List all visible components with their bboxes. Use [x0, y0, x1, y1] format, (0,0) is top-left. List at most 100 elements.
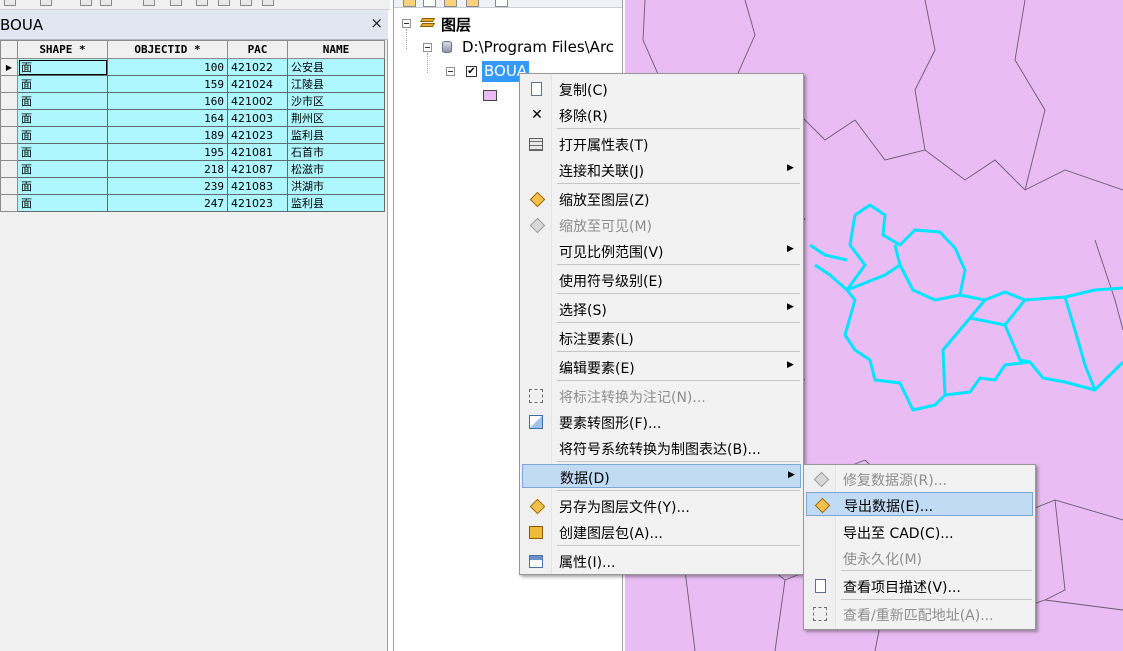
toc-source-path[interactable]: D:\Program Files\Arc — [462, 38, 614, 56]
menu-item-item-description[interactable]: 查看项目描述(V)... — [806, 574, 1033, 598]
menu-separator — [557, 490, 800, 491]
table-row[interactable]: 面 239 421083 洪湖市 — [0, 177, 385, 195]
select-by-attributes-icon[interactable] — [80, 0, 92, 6]
row-selector[interactable] — [0, 92, 18, 110]
row-selector[interactable] — [0, 109, 18, 127]
cell-objectid: 239 — [107, 177, 228, 195]
column-header-objectid[interactable]: OBJECTID * — [107, 40, 228, 59]
delete-icon[interactable] — [262, 0, 274, 6]
properties-icon — [529, 555, 543, 568]
row-selector[interactable] — [0, 194, 18, 212]
table-tab[interactable]: BOUA × — [0, 10, 388, 40]
table-row[interactable]: ▶ 面 100 421022 公安县 — [0, 58, 385, 76]
column-header-pac[interactable]: PAC — [227, 40, 288, 59]
cell-shape: 面 — [17, 92, 108, 110]
column-header-name[interactable]: NAME — [287, 40, 385, 59]
collapse-layer-icon[interactable] — [446, 67, 455, 76]
clear-selection-icon[interactable] — [143, 0, 155, 6]
cell-objectid: 195 — [107, 143, 228, 161]
menu-separator — [557, 264, 800, 265]
layer-context-menu: 复制(C) ✕ 移除(R) 打开属性表(T) 连接和关联(J) ▶ 缩放至图层(Z) 缩放至可… — [519, 73, 804, 575]
delete-selected-icon[interactable] — [170, 0, 182, 6]
cell-name: 江陵县 — [287, 75, 385, 93]
row-selector[interactable] — [0, 143, 18, 161]
row-selector[interactable] — [0, 177, 18, 195]
table-row[interactable]: 面 218 421087 松滋市 — [0, 160, 385, 178]
close-icon[interactable]: × — [370, 14, 383, 32]
list-by-visibility-icon[interactable] — [444, 0, 457, 7]
table-row[interactable]: 面 159 421024 江陵县 — [0, 75, 385, 93]
menu-item-features-to-graphics[interactable]: 要素转图形(F)... — [522, 410, 801, 434]
menu-item-copy[interactable]: 复制(C) — [522, 77, 801, 101]
switch-selection-icon[interactable] — [100, 0, 112, 6]
toc-root-label[interactable]: 图层 — [441, 14, 471, 35]
layers-icon — [419, 18, 436, 28]
menu-item-convert-labels[interactable]: 将标注转换为注记(N)... — [522, 384, 801, 408]
menu-item-entry-6[interactable]: 可见比例范围(V) ▶ — [522, 239, 801, 263]
menu-item-entry-8[interactable]: 选择(S) ▶ — [522, 297, 801, 321]
table-row[interactable]: 面 160 421002 沙市区 — [0, 92, 385, 110]
menu-item-properties[interactable]: 属性(I)... — [522, 549, 801, 573]
menu-item-zoom-to-visible[interactable]: 缩放至可见(M) — [522, 213, 801, 237]
list-by-source-icon[interactable] — [423, 0, 436, 7]
data-submenu: 修复数据源(R)... 导出数据(E)... 导出至 CAD(C)... 使永久化(M… — [803, 464, 1036, 630]
menu-item-export-data[interactable]: 导出数据(E)... — [806, 492, 1033, 516]
menu-item-entry-10[interactable]: 编辑要素(E) ▶ — [522, 355, 801, 379]
table-header-row: SHAPE * OBJECTID * PAC NAME — [0, 40, 385, 59]
menu-item-zoom-to-layer[interactable]: 缩放至图层(Z) — [522, 187, 801, 211]
table-row[interactable]: 面 195 421081 石首市 — [0, 143, 385, 161]
table-row[interactable]: 面 164 421003 荆州区 — [0, 109, 385, 127]
row-selector[interactable]: ▶ — [0, 58, 18, 76]
menu-item-rematch[interactable]: 查看/重新匹配地址(A)... — [806, 602, 1033, 626]
cell-objectid: 159 — [107, 75, 228, 93]
menu-separator — [557, 293, 800, 294]
submenu-arrow-icon: ▶ — [787, 244, 794, 254]
cell-shape: 面 — [17, 58, 108, 76]
remove-icon: ✕ — [531, 107, 543, 123]
menu-item-entry-7[interactable]: 使用符号级别(E) — [522, 268, 801, 292]
list-by-drawing-order-icon[interactable] — [403, 0, 416, 7]
zoom-to-selected-icon[interactable] — [196, 0, 208, 6]
legend-swatch[interactable] — [483, 90, 497, 101]
row-selector[interactable] — [0, 160, 18, 178]
row-selector[interactable] — [0, 75, 18, 93]
related-tables-icon[interactable] — [40, 0, 52, 6]
collapse-layers-icon[interactable] — [402, 19, 411, 28]
menu-item-repair-source[interactable]: 修复数据源(R)... — [806, 467, 1033, 491]
row-selector-header[interactable] — [0, 40, 18, 59]
menu-item-entry-3[interactable]: 连接和关联(J) ▶ — [522, 158, 801, 182]
cell-shape: 面 — [17, 126, 108, 144]
copy-selected-icon[interactable] — [218, 0, 230, 6]
table-row[interactable]: 面 189 421023 监利县 — [0, 126, 385, 144]
convert-labels-icon — [529, 389, 543, 403]
menu-item-save-layer[interactable]: 另存为图层文件(Y)... — [522, 494, 801, 518]
cell-objectid: 100 — [107, 58, 228, 76]
menu-item-entry-9[interactable]: 标注要素(L) — [522, 326, 801, 350]
features-to-graphics-icon — [529, 415, 543, 429]
submenu-arrow-icon: ▶ — [787, 163, 794, 173]
table-row[interactable]: 面 247 421023 监利县 — [0, 194, 385, 212]
cell-objectid: 160 — [107, 92, 228, 110]
save-layer-icon — [529, 498, 546, 515]
menu-separator — [557, 322, 800, 323]
menu-item-table[interactable]: 打开属性表(T) — [522, 132, 801, 156]
menu-item-entry-2[interactable]: 导出至 CAD(C)... — [806, 520, 1033, 544]
menu-item-entry-13[interactable]: 将符号系统转换为制图表达(B)... — [522, 436, 801, 460]
zoom-to-visible-icon — [529, 217, 546, 234]
cell-shape: 面 — [17, 177, 108, 195]
table-options-icon[interactable] — [4, 0, 16, 6]
menu-item-entry-3[interactable]: 使永久化(M) — [806, 546, 1033, 570]
column-header-shape[interactable]: SHAPE * — [17, 40, 108, 59]
list-by-selection-icon[interactable] — [466, 0, 479, 7]
menu-item-entry-14[interactable]: 数据(D) ▶ — [522, 464, 801, 488]
attribute-table-window: BOUA × SHAPE * OBJECTID * PAC NAME ▶ 面 100… — [0, 10, 388, 651]
menu-item-label: 可见比例范围(V) — [559, 245, 664, 261]
toc-options-icon[interactable] — [495, 0, 508, 7]
menu-item-label: 将标注转换为注记(N)... — [559, 390, 706, 406]
row-selector[interactable] — [0, 126, 18, 144]
undo-icon[interactable] — [240, 0, 252, 6]
layer-visibility-checkbox[interactable]: ✔ — [466, 66, 477, 77]
menu-item-layer-package[interactable]: 创建图层包(A)... — [522, 520, 801, 544]
collapse-source-icon[interactable] — [423, 43, 432, 52]
menu-item-remove[interactable]: ✕ 移除(R) — [522, 103, 801, 127]
